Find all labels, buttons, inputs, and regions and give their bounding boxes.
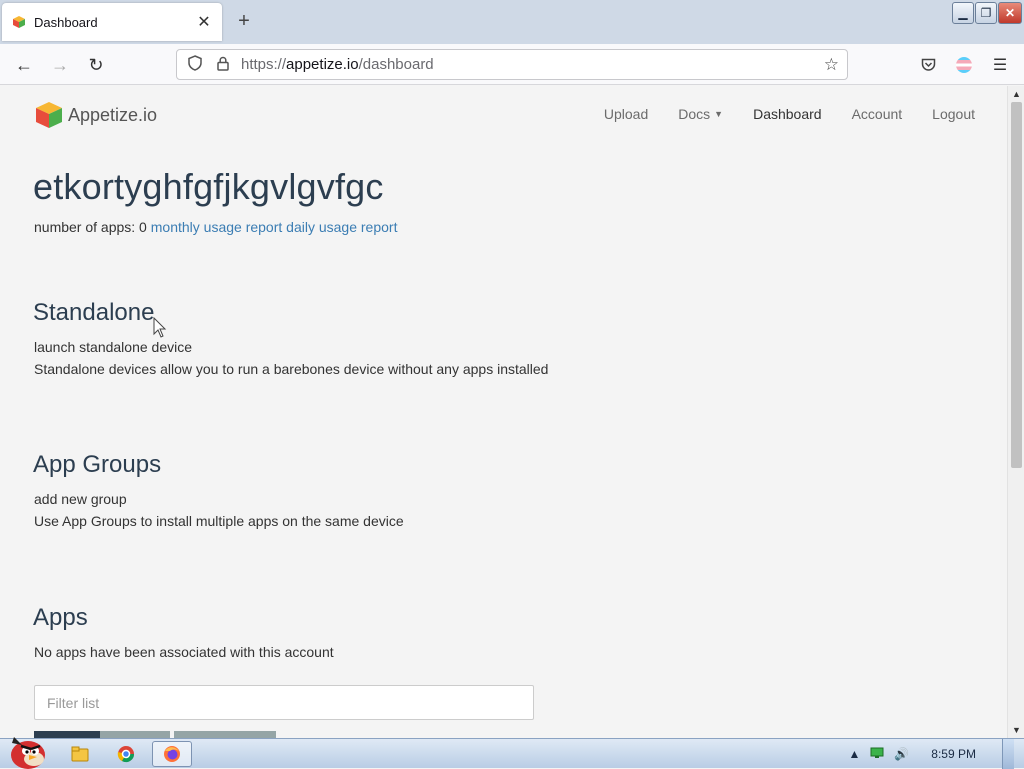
- chrome-taskbar-icon[interactable]: [106, 741, 146, 767]
- bookmark-star-icon[interactable]: ☆: [824, 55, 839, 75]
- volume-icon[interactable]: 🔊: [894, 747, 909, 761]
- nav-dashboard[interactable]: Dashboard: [753, 106, 822, 122]
- pocket-icon[interactable]: [915, 52, 941, 78]
- url-host: appetize.io: [286, 56, 359, 73]
- new-tab-button[interactable]: +: [234, 10, 254, 34]
- url-text[interactable]: https://appetize.io/dashboard: [241, 56, 824, 73]
- page-content: Appetize.io Upload Docs ▼ Dashboard Accou…: [0, 86, 1007, 738]
- url-scheme: https://: [241, 56, 287, 73]
- explorer-taskbar-icon[interactable]: [60, 741, 100, 767]
- page-scrollbar[interactable]: ▲ ▼: [1007, 86, 1024, 738]
- launch-standalone-device-link[interactable]: launch standalone device: [34, 339, 192, 355]
- back-arrow-icon[interactable]: ←: [10, 52, 38, 78]
- nav-docs-label: Docs: [678, 106, 711, 122]
- site-nav: Upload Docs ▼ Dashboard Account Logout: [604, 106, 975, 122]
- app-groups-description: Use App Groups to install multiple apps …: [34, 513, 404, 529]
- show-desktop-button[interactable]: [1002, 739, 1014, 769]
- forward-arrow-icon[interactable]: →: [46, 52, 74, 78]
- monthly-usage-report-link[interactable]: monthly usage report: [151, 219, 283, 235]
- lock-icon[interactable]: [213, 56, 233, 74]
- apps-heading: Apps: [33, 604, 88, 631]
- daily-usage-report-link[interactable]: daily usage report: [286, 219, 397, 235]
- shield-icon[interactable]: [185, 55, 205, 74]
- apps-tab-button[interactable]: [174, 731, 212, 738]
- filter-list-input[interactable]: [34, 685, 534, 720]
- address-bar[interactable]: https://appetize.io/dashboard ☆: [176, 49, 848, 80]
- brand-link[interactable]: Appetize.io: [34, 100, 157, 130]
- network-icon[interactable]: [870, 747, 884, 762]
- scroll-up-arrow-icon[interactable]: ▲: [1008, 86, 1024, 102]
- window-controls: ▁ ❐ ✕: [952, 2, 1022, 24]
- start-angry-bird-icon[interactable]: [4, 731, 50, 769]
- tray-expand-icon[interactable]: ▲: [848, 747, 860, 761]
- clock[interactable]: 8:59 PM: [931, 747, 976, 761]
- scroll-down-arrow-icon[interactable]: ▼: [1008, 722, 1024, 738]
- app-groups-heading: App Groups: [33, 451, 162, 478]
- account-avatar-icon[interactable]: [951, 52, 977, 78]
- apps-tab-button[interactable]: [212, 731, 276, 738]
- apps-count: number of apps: 0: [34, 219, 147, 235]
- tab-title: Dashboard: [34, 14, 98, 30]
- mouse-cursor-icon: [153, 317, 167, 338]
- os-taskbar: ▲ 🔊 8:59 PM: [0, 737, 1024, 769]
- caret-down-icon: ▼: [714, 109, 724, 119]
- account-name-heading: etkortyghfgfjkgvlgvfgc: [33, 166, 384, 207]
- firefox-taskbar-icon[interactable]: [152, 741, 192, 767]
- close-window-button[interactable]: ✕: [998, 2, 1022, 24]
- system-tray: ▲ 🔊 8:59 PM: [848, 739, 1014, 769]
- menu-hamburger-icon[interactable]: ☰: [987, 52, 1013, 78]
- reload-icon[interactable]: ↻: [82, 52, 110, 78]
- apps-tab-button[interactable]: [100, 731, 170, 738]
- browser-tab-bar: Dashboard ✕ + ▁ ❐ ✕: [0, 0, 1024, 44]
- add-new-group-link[interactable]: add new group: [34, 491, 127, 507]
- brand-name: Appetize.io: [68, 104, 158, 125]
- tab-close-icon[interactable]: ✕: [196, 12, 212, 32]
- apps-empty-message: No apps have been associated with this a…: [34, 644, 334, 660]
- scrollbar-thumb[interactable]: [1011, 102, 1022, 468]
- appetize-favicon-icon: [13, 16, 25, 28]
- standalone-heading: Standalone: [33, 299, 155, 326]
- appetize-logo-icon: [36, 102, 62, 128]
- nav-account[interactable]: Account: [852, 106, 903, 122]
- url-path: /dashboard: [358, 56, 434, 73]
- nav-docs[interactable]: Docs ▼: [678, 106, 723, 122]
- minimize-button[interactable]: ▁: [952, 2, 974, 24]
- nav-logout[interactable]: Logout: [932, 106, 975, 122]
- account-meta: number of apps: 0 monthly usage report d…: [34, 219, 397, 235]
- restore-button[interactable]: ❐: [975, 2, 997, 24]
- browser-toolbar: ← → ↻ https://appetize.io/dashboard ☆ ☰: [0, 44, 1024, 85]
- nav-upload[interactable]: Upload: [604, 106, 648, 122]
- tab-dashboard[interactable]: Dashboard ✕: [2, 3, 222, 41]
- standalone-description: Standalone devices allow you to run a ba…: [34, 361, 549, 377]
